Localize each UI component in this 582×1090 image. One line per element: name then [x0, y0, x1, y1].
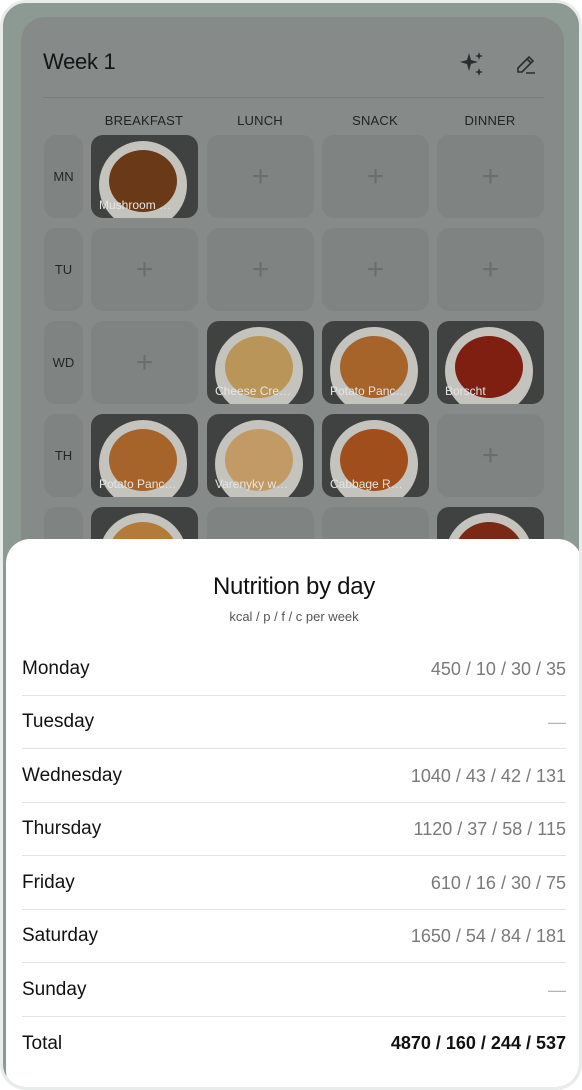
sparkle-icon[interactable]: [457, 49, 487, 79]
meal-slot-th-breakfast[interactable]: Potato Panc…: [91, 414, 198, 497]
column-header-breakfast: BREAKFAST: [104, 113, 184, 128]
add-meal-button[interactable]: +: [322, 228, 429, 311]
day-name: Thursday: [22, 818, 102, 839]
day-label-mn: MN: [44, 135, 83, 218]
nutrition-row-total: Total 4870 / 160 / 244 / 537: [22, 1017, 566, 1070]
day-label-th: TH: [44, 414, 83, 497]
meal-title: Cabbage R…: [330, 477, 403, 491]
meal-title: Varenyky w…: [215, 477, 289, 491]
app-screen: Week 1 BREAKFAST LUNCH SNACK DINNER MN M…: [0, 0, 582, 1090]
add-meal-button[interactable]: +: [91, 228, 198, 311]
add-meal-button[interactable]: +: [437, 228, 544, 311]
day-name: Wednesday: [22, 765, 122, 786]
header-divider: [43, 97, 544, 98]
add-meal-button[interactable]: +: [322, 135, 429, 218]
column-header-lunch: LUNCH: [237, 113, 283, 128]
meal-slot-mn-breakfast[interactable]: Mushroom …: [91, 135, 198, 218]
add-meal-button[interactable]: +: [91, 321, 198, 404]
meal-title: Mushroom …: [99, 198, 172, 212]
day-name: Tuesday: [22, 711, 95, 732]
nutrition-row-sunday: Sunday —: [22, 964, 566, 1017]
column-header-dinner: DINNER: [464, 113, 516, 128]
column-header-snack: SNACK: [352, 113, 398, 128]
day-name: Monday: [22, 658, 90, 679]
sheet-title: Nutrition by day: [213, 573, 375, 600]
week-title: Week 1: [43, 49, 116, 74]
nutrition-row-thursday: Thursday 1120 / 37 / 58 / 115: [22, 803, 566, 856]
day-value: 1040 / 43 / 42 / 131: [410, 765, 566, 786]
meal-slot-wd-lunch[interactable]: Cheese Cre…: [207, 321, 314, 404]
total-value: 4870 / 160 / 244 / 537: [390, 1033, 566, 1053]
day-label-tu: TU: [44, 228, 83, 311]
sheet-subtitle: kcal / p / f / c per week: [229, 609, 359, 624]
nutrition-row-wednesday: Wednesday 1040 / 43 / 42 / 131: [22, 750, 566, 803]
meal-title: Potato Panc…: [99, 477, 177, 491]
add-meal-button[interactable]: +: [437, 135, 544, 218]
add-meal-button[interactable]: +: [437, 414, 544, 497]
meal-slot-wd-snack[interactable]: Potato Panc…: [322, 321, 429, 404]
add-meal-button[interactable]: +: [207, 228, 314, 311]
nutrition-row-friday: Friday 610 / 16 / 30 / 75: [22, 857, 566, 910]
meal-title: Potato Panc…: [330, 384, 408, 398]
day-label-wd: WD: [44, 321, 83, 404]
add-meal-button[interactable]: +: [207, 135, 314, 218]
day-value: 1120 / 37 / 58 / 115: [413, 818, 566, 839]
day-name: Saturday: [22, 925, 99, 946]
day-name: Friday: [22, 872, 75, 893]
day-name: Sunday: [22, 979, 87, 1000]
meal-slot-wd-dinner[interactable]: Borscht: [437, 321, 544, 404]
nutrition-row-saturday: Saturday 1650 / 54 / 84 / 181: [22, 910, 566, 963]
pencil-icon[interactable]: [511, 49, 541, 79]
day-value: 1650 / 54 / 84 / 181: [410, 925, 566, 946]
meal-slot-th-snack[interactable]: Cabbage R…: [322, 414, 429, 497]
meal-title: Cheese Cre…: [215, 384, 292, 398]
nutrition-sheet: Nutrition by day kcal / p / f / c per we…: [6, 539, 579, 1087]
nutrition-row-tuesday: Tuesday —: [22, 696, 566, 749]
meal-title: Borscht: [445, 384, 486, 398]
meal-slot-th-lunch[interactable]: Varenyky w…: [207, 414, 314, 497]
day-value: 450 / 10 / 30 / 35: [430, 658, 566, 679]
total-label: Total: [22, 1032, 63, 1054]
day-value: —: [548, 979, 566, 1000]
day-value: 610 / 16 / 30 / 75: [430, 872, 566, 893]
nutrition-row-monday: Monday 450 / 10 / 30 / 35: [22, 643, 566, 696]
day-value: —: [548, 711, 566, 732]
